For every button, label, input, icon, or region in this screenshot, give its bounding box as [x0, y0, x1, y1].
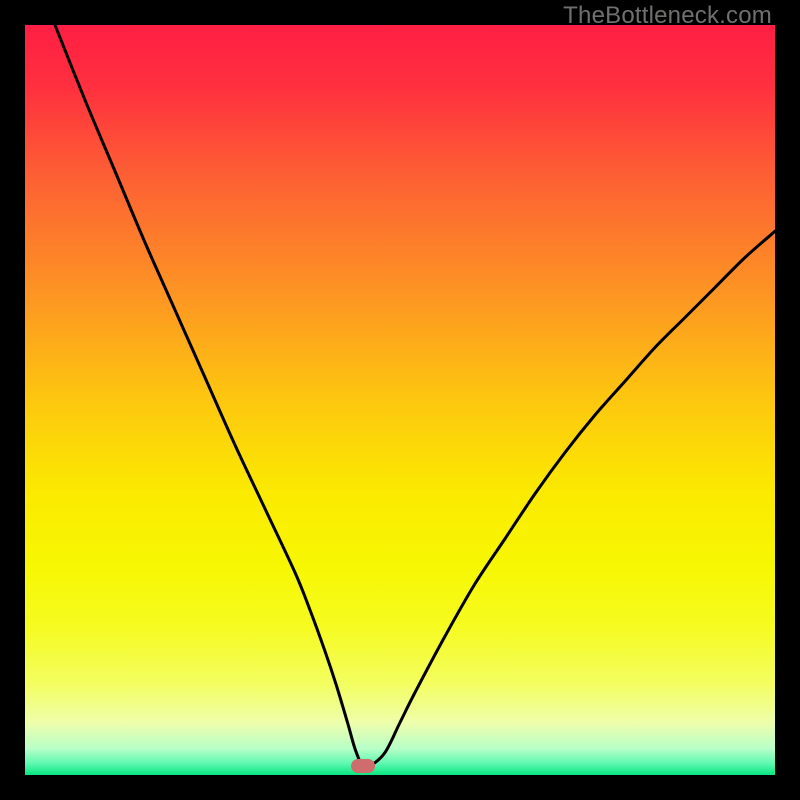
plot-frame	[25, 25, 775, 775]
bottleneck-plot	[25, 25, 775, 775]
optimum-marker	[351, 759, 375, 773]
gradient-background	[25, 25, 775, 775]
watermark-label: TheBottleneck.com	[563, 2, 772, 30]
